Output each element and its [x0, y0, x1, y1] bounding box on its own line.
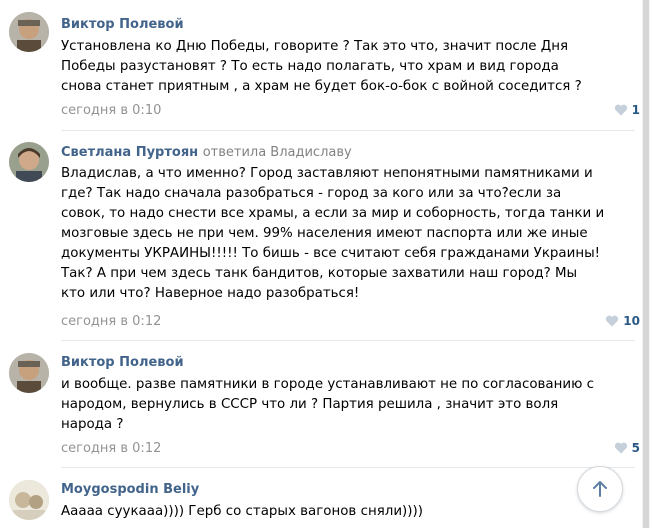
scrollbar-thumb[interactable] [643, 0, 649, 528]
heart-icon [606, 315, 619, 327]
arrow-up-icon [593, 481, 607, 497]
avatar[interactable] [9, 12, 49, 52]
heart-icon [614, 104, 627, 116]
scrollbar[interactable] [642, 0, 650, 528]
like-button[interactable]: 5 [614, 441, 640, 455]
comment-line: снова станет приятным , а храм не будет … [61, 79, 582, 94]
author-name[interactable]: Светлана Пуртоян [61, 145, 198, 160]
comment-line: и вообще. разве памятники в городе устан… [61, 377, 594, 392]
avatar[interactable] [9, 480, 49, 520]
comment-time[interactable]: сегодня в 0:10 [61, 103, 161, 118]
like-button[interactable]: 1 [614, 103, 640, 117]
comment-line: где? Так надо сначала разобраться - горо… [61, 186, 562, 201]
author-name[interactable]: Виктор Полевой [61, 17, 184, 32]
comment-line: совок, то надо снести все храмы, а если … [61, 206, 605, 221]
comment-text: Владислав, а что именно? Город заставляю… [61, 164, 621, 304]
comment-separator [61, 340, 635, 341]
reply-to-label[interactable]: ответила Владиславу [203, 145, 352, 160]
like-count: 5 [631, 441, 640, 455]
comment-author[interactable]: Виктор Полевой [61, 17, 184, 32]
comment-text: Ааааа суукааа)))) Герб со старых вагонов… [61, 502, 621, 522]
comment-line: народа ? [61, 417, 124, 432]
comment-line: мозговые здесь не при чем. 99% населения… [61, 226, 588, 241]
heart-icon [614, 442, 627, 454]
comment-separator [61, 130, 635, 131]
author-name[interactable]: Виктор Полевой [61, 355, 184, 370]
avatar[interactable] [9, 353, 49, 393]
comment-author[interactable]: Светлана Пуртоян ответила Владиславу [61, 145, 352, 160]
comment-line: Установлена ко Дню Победы, говорите ? Та… [61, 39, 569, 54]
author-name[interactable]: Moygospodin Beliy [61, 482, 199, 497]
comment-line: Так? А при чем здесь танк бандитов, кото… [61, 266, 578, 281]
comment-author[interactable]: Moygospodin Beliy [61, 482, 199, 497]
comment-line: народом, вернулись в СССР что ли ? Парти… [61, 397, 559, 412]
avatar[interactable] [9, 142, 49, 182]
comment-time[interactable]: сегодня в 0:12 [61, 314, 161, 329]
comment-line: Победы разустановят ? То есть надо полаг… [61, 59, 559, 74]
comment-separator [61, 467, 635, 468]
like-count: 10 [623, 314, 640, 328]
comment-time[interactable]: сегодня в 0:12 [61, 441, 161, 456]
like-count: 1 [631, 103, 640, 117]
scroll-up-button[interactable] [577, 466, 623, 512]
like-button[interactable]: 10 [605, 314, 640, 328]
comment-author[interactable]: Виктор Полевой [61, 355, 184, 370]
comment-text: и вообще. разве памятники в городе устан… [61, 375, 621, 435]
comment-line: Владислав, а что именно? Город заставляю… [61, 166, 593, 181]
comment-line: Ааааа суукааа)))) Герб со старых вагонов… [61, 504, 423, 519]
comment-line: кто или что? Наверное надо разобраться! [61, 286, 360, 301]
comment-line: документы УКРАИНЫ!!!!! То бишь - все счи… [61, 246, 601, 261]
comment-text: Установлена ко Дню Победы, говорите ? Та… [61, 37, 621, 97]
